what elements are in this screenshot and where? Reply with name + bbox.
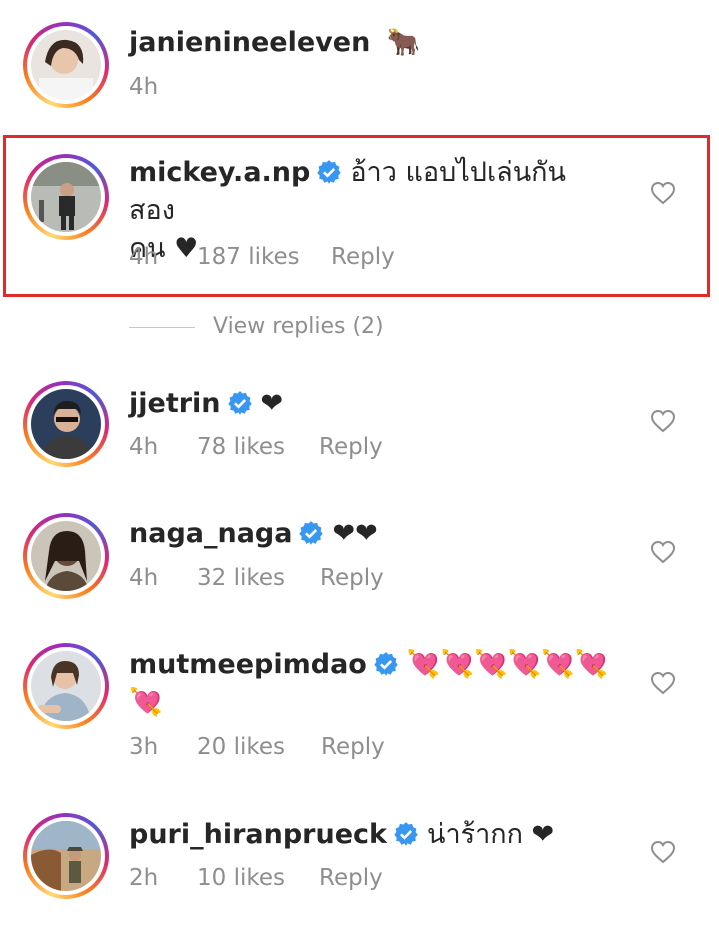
verified-badge-icon	[299, 521, 324, 545]
verified-badge-icon	[317, 160, 342, 184]
heart-outline-icon[interactable]	[650, 671, 676, 695]
likes-count[interactable]: 78 likes	[197, 434, 319, 460]
comment-text: jjetrin ❤	[129, 385, 609, 423]
divider	[129, 326, 195, 328]
timestamp: 4h	[129, 565, 159, 591]
comment-meta: 4h 32 likes Reply	[129, 565, 384, 591]
reply-button[interactable]: Reply	[320, 565, 384, 591]
comment-meta: 4h	[129, 74, 158, 100]
heart-outline-icon[interactable]	[650, 181, 676, 205]
comment-text: puri_hiranprueck น่าร้ากก ❤	[129, 816, 609, 854]
likes-count[interactable]: 187 likes	[197, 244, 331, 270]
reply-button[interactable]: Reply	[319, 865, 383, 891]
comment-text: naga_naga ❤❤	[129, 515, 609, 553]
avatar[interactable]	[23, 154, 109, 240]
timestamp: 2h	[129, 865, 159, 891]
comment-body: ❤	[260, 388, 284, 419]
view-replies-label: View replies (2)	[213, 314, 384, 339]
username[interactable]: janienineeleven	[129, 27, 370, 58]
avatar[interactable]	[23, 813, 109, 899]
heart-outline-icon[interactable]	[650, 409, 676, 433]
reply-button[interactable]: Reply	[319, 434, 383, 460]
reply-button[interactable]: Reply	[331, 244, 395, 270]
username[interactable]: mickey.a.np	[129, 157, 310, 188]
username[interactable]: puri_hiranprueck	[129, 819, 387, 850]
verified-badge-icon	[374, 652, 398, 676]
verified-badge-icon	[227, 391, 252, 415]
comment-meta: 3h 20 likes Reply	[129, 734, 385, 760]
likes-count[interactable]: 20 likes	[197, 734, 321, 760]
username[interactable]: mutmeepimdao	[129, 649, 367, 680]
heart-outline-icon[interactable]	[650, 840, 676, 864]
comment-meta: 4h 78 likes Reply	[129, 434, 383, 460]
verified-badge-icon	[394, 822, 418, 846]
comment-body: ❤❤	[332, 518, 378, 549]
timestamp: 4h	[129, 244, 159, 270]
comment-meta: 4h 187 likes Reply	[129, 244, 395, 270]
reply-button[interactable]: Reply	[321, 734, 385, 760]
comment-meta: 2h 10 likes Reply	[129, 865, 383, 891]
comment-text: mutmeepimdao 💘💘💘💘💘💘💘	[129, 646, 609, 722]
avatar[interactable]	[23, 513, 109, 599]
timestamp: 4h	[129, 434, 159, 460]
timestamp: 4h	[129, 74, 159, 100]
timestamp: 3h	[129, 734, 159, 760]
heart-outline-icon[interactable]	[650, 540, 676, 564]
username[interactable]: naga_naga	[129, 518, 292, 549]
comment-text: janienineeleven 🐂	[129, 24, 609, 62]
view-replies-button[interactable]: View replies (2)	[129, 314, 384, 339]
avatar[interactable]	[23, 22, 109, 108]
avatar[interactable]	[23, 381, 109, 467]
likes-count[interactable]: 10 likes	[197, 865, 319, 891]
likes-count[interactable]: 32 likes	[197, 565, 320, 591]
avatar[interactable]	[23, 643, 109, 729]
comment-body: 🐂	[386, 27, 421, 58]
comment-body: น่าร้ากก ❤	[427, 819, 555, 850]
username[interactable]: jjetrin	[129, 388, 221, 419]
